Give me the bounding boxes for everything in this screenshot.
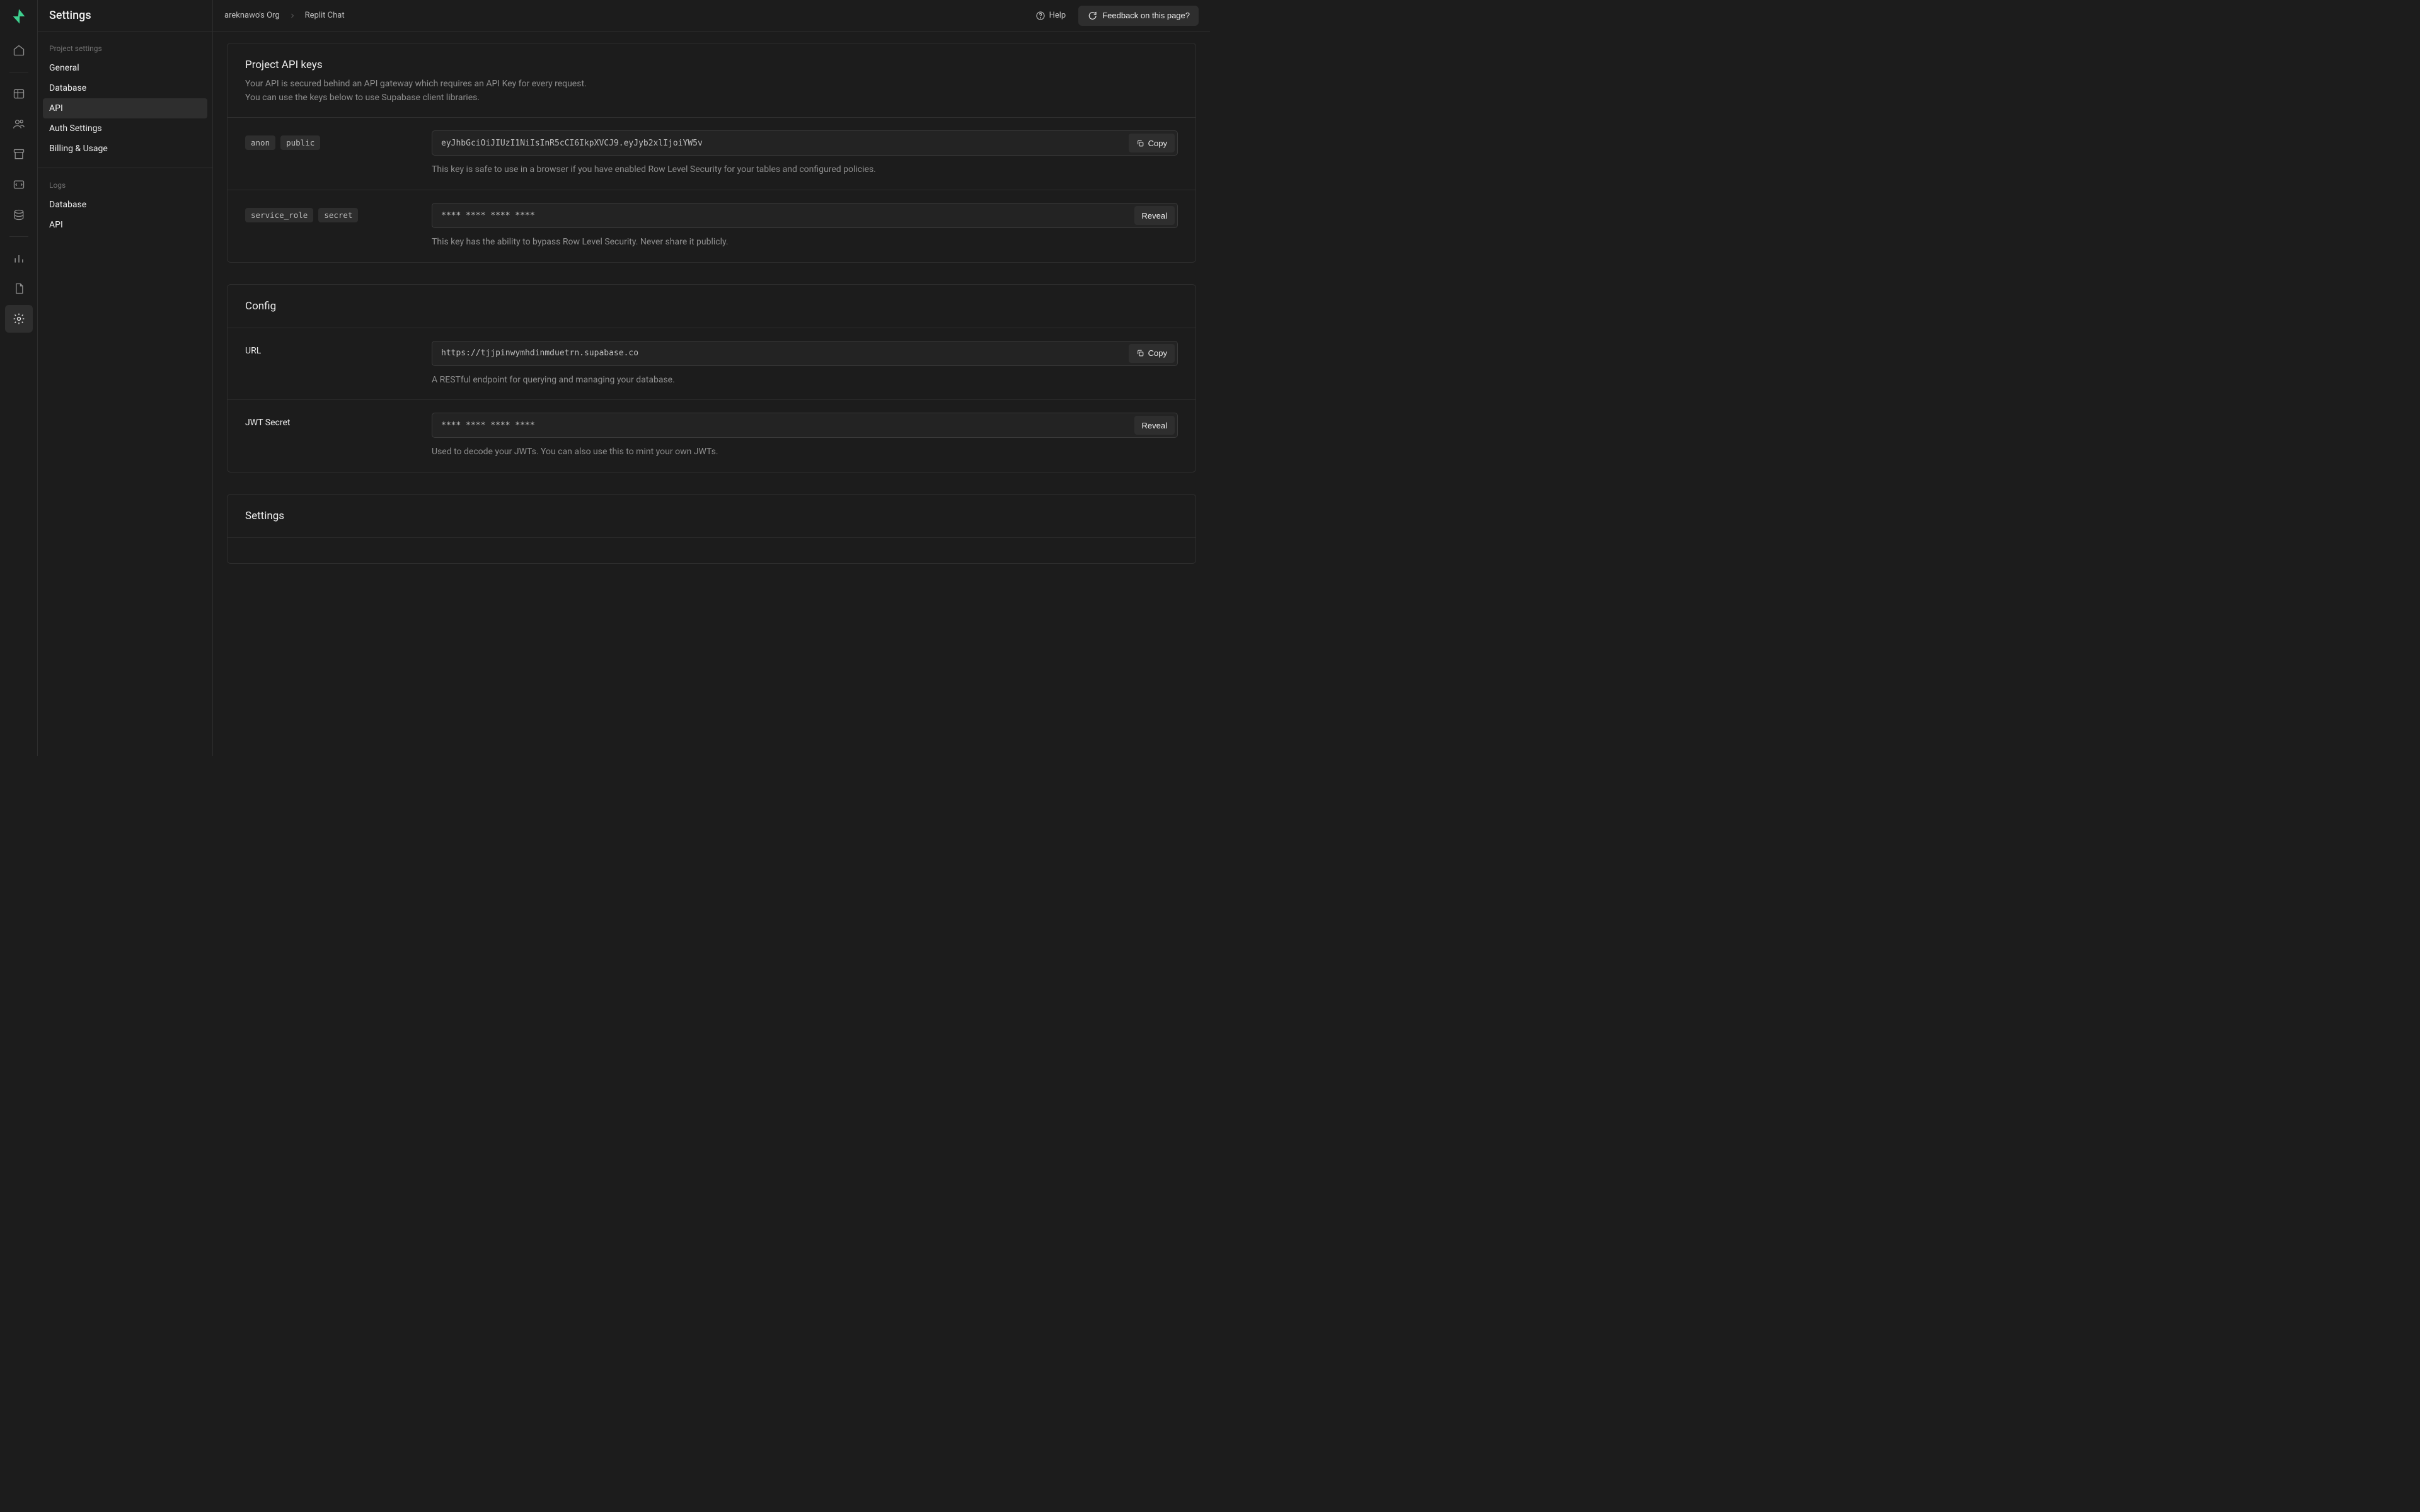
- jwt-secret-hint: Used to decode your JWTs. You can also u…: [432, 445, 1178, 459]
- service-role-key-value[interactable]: **** **** **** ****: [441, 211, 1129, 220]
- panel-header: Config: [228, 285, 1196, 328]
- main: areknawo's Org Replit Chat Help Feedback…: [213, 0, 1210, 756]
- chat-icon: [1087, 11, 1097, 21]
- breadcrumb: areknawo's Org Replit Chat: [224, 11, 345, 20]
- reports-icon[interactable]: [5, 244, 33, 272]
- sidebar-item-logs-database[interactable]: Database: [43, 195, 207, 215]
- row-tags: service_role secret: [245, 203, 417, 249]
- url-value[interactable]: https://tjjpinwymhdinmduetrn.supabase.co: [441, 348, 1124, 358]
- sidebar-section-label: Logs: [38, 168, 212, 195]
- anon-key-value[interactable]: eyJhbGciOiJIUzI1NiIsInR5cCI6IkpXVCJ9.eyJ…: [441, 139, 1124, 148]
- reveal-button[interactable]: Reveal: [1134, 206, 1175, 225]
- row-content: https://tjjpinwymhdinmduetrn.supabase.co…: [432, 341, 1178, 387]
- tag-anon: anon: [245, 135, 275, 150]
- url-field: https://tjjpinwymhdinmduetrn.supabase.co…: [432, 341, 1178, 366]
- icon-rail: [0, 0, 38, 756]
- settings-row: [228, 538, 1196, 563]
- reveal-button[interactable]: Reveal: [1134, 416, 1175, 435]
- supabase-logo: [10, 8, 28, 25]
- panel-config: Config URL https://tjjpinwymhdinmduetrn.…: [227, 284, 1196, 472]
- panel-title: Config: [245, 300, 1178, 312]
- copy-label: Copy: [1148, 139, 1167, 148]
- docs-icon[interactable]: [5, 275, 33, 302]
- tag-public: public: [280, 135, 320, 150]
- rail-divider: [9, 236, 28, 237]
- panel-header: Settings: [228, 495, 1196, 538]
- help-icon: [1035, 11, 1046, 21]
- row-content: eyJhbGciOiJIUzI1NiIsInR5cCI6IkpXVCJ9.eyJ…: [432, 130, 1178, 177]
- row-tags: anon public: [245, 130, 417, 177]
- feedback-button[interactable]: Feedback on this page?: [1078, 6, 1199, 26]
- copy-icon: [1136, 139, 1144, 147]
- api-key-row-service-role: service_role secret **** **** **** **** …: [228, 190, 1196, 262]
- row-content: **** **** **** **** Reveal This key has …: [432, 203, 1178, 249]
- service-role-key-hint: This key has the ability to bypass Row L…: [432, 236, 1178, 249]
- anon-key-hint: This key is safe to use in a browser if …: [432, 163, 1178, 177]
- copy-button[interactable]: Copy: [1129, 134, 1175, 152]
- url-hint: A RESTful endpoint for querying and mana…: [432, 374, 1178, 387]
- config-row-jwt-secret: JWT Secret **** **** **** **** Reveal Us…: [228, 400, 1196, 472]
- table-icon[interactable]: [5, 80, 33, 108]
- anon-key-field: eyJhbGciOiJIUzI1NiIsInR5cCI6IkpXVCJ9.eyJ…: [432, 130, 1178, 156]
- copy-label: Copy: [1148, 348, 1167, 358]
- copy-icon: [1136, 349, 1144, 357]
- breadcrumb-org[interactable]: areknawo's Org: [224, 11, 280, 20]
- tag-secret: secret: [318, 208, 358, 222]
- panel-settings: Settings: [227, 494, 1196, 564]
- edge-functions-icon[interactable]: [5, 171, 33, 198]
- sidebar-section-label: Project settings: [38, 32, 212, 58]
- panel-title: Settings: [245, 510, 1178, 522]
- panel-title: Project API keys: [245, 59, 1178, 71]
- breadcrumb-project[interactable]: Replit Chat: [305, 11, 345, 20]
- sidebar-item-database[interactable]: Database: [43, 78, 207, 98]
- reveal-label: Reveal: [1142, 421, 1167, 430]
- settings-icon[interactable]: [5, 305, 33, 333]
- topbar: areknawo's Org Replit Chat Help Feedback…: [213, 0, 1210, 32]
- page-title: Settings: [49, 9, 91, 22]
- panel-header: Project API keys Your API is secured beh…: [228, 43, 1196, 118]
- panel-api-keys: Project API keys Your API is secured beh…: [227, 43, 1196, 263]
- service-role-key-field: **** **** **** **** Reveal: [432, 203, 1178, 228]
- settings-sidebar: Settings Project settings General Databa…: [38, 0, 213, 756]
- sidebar-item-logs-api[interactable]: API: [43, 215, 207, 235]
- auth-icon[interactable]: [5, 110, 33, 138]
- feedback-label: Feedback on this page?: [1102, 11, 1190, 20]
- chevron-right-icon: [289, 12, 296, 20]
- home-icon[interactable]: [5, 37, 33, 64]
- sidebar-item-auth-settings[interactable]: Auth Settings: [43, 118, 207, 139]
- api-key-row-anon: anon public eyJhbGciOiJIUzI1NiIsInR5cCI6…: [228, 118, 1196, 190]
- help-label: Help: [1049, 11, 1066, 20]
- sidebar-item-api[interactable]: API: [43, 98, 207, 118]
- row-content: **** **** **** **** Reveal Used to decod…: [432, 413, 1178, 459]
- copy-button[interactable]: Copy: [1129, 344, 1175, 363]
- panel-description: Your API is secured behind an API gatewa…: [245, 77, 1178, 105]
- row-label: JWT Secret: [245, 413, 417, 459]
- jwt-secret-value[interactable]: **** **** **** ****: [441, 421, 1129, 430]
- sidebar-item-general[interactable]: General: [43, 58, 207, 78]
- storage-icon[interactable]: [5, 140, 33, 168]
- settings-sidebar-header: Settings: [38, 0, 212, 32]
- help-button[interactable]: Help: [1029, 7, 1073, 25]
- row-label: URL: [245, 341, 417, 387]
- reveal-label: Reveal: [1142, 211, 1167, 220]
- config-row-url: URL https://tjjpinwymhdinmduetrn.supabas…: [228, 328, 1196, 401]
- sidebar-item-billing[interactable]: Billing & Usage: [43, 139, 207, 159]
- database-icon[interactable]: [5, 201, 33, 229]
- tag-service-role: service_role: [245, 208, 313, 222]
- jwt-secret-field: **** **** **** **** Reveal: [432, 413, 1178, 438]
- content: Project API keys Your API is secured beh…: [213, 32, 1210, 756]
